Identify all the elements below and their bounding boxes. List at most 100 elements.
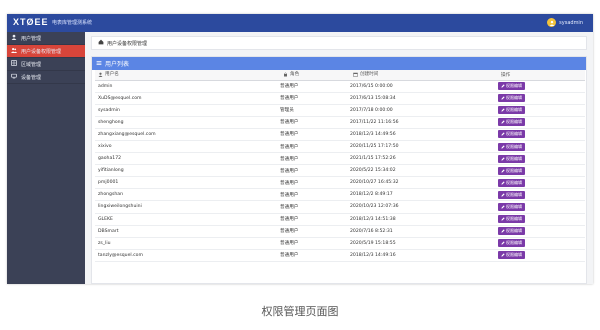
cell-action: 权限编辑 — [498, 249, 585, 262]
device-icon — [11, 73, 17, 81]
cell-created-time: 2017/6/13 15:08:34 — [350, 92, 498, 105]
cell-username: lingxiweilongshuini — [95, 200, 280, 214]
cell-action: 权限编辑 — [498, 140, 585, 154]
edit-permission-button[interactable]: 权限编辑 — [498, 142, 525, 151]
breadcrumb: 用户设备权限管理 — [91, 36, 587, 50]
edit-icon — [501, 169, 505, 173]
cell-role: 普通用户 — [280, 116, 350, 129]
cell-role: 普通用户 — [280, 176, 350, 190]
cell-created-time: 2018/12/3 14:51:38 — [350, 213, 498, 226]
cell-created-time: 2018/12/3 14:49:56 — [350, 128, 498, 141]
edit-icon — [501, 253, 505, 257]
edit-icon — [501, 205, 505, 209]
list-icon — [96, 60, 102, 68]
edit-permission-button[interactable]: 权限编辑 — [498, 178, 525, 187]
table-row: yifitianlong 普通用户 2020/5/22 15:34:02 权限编辑 — [95, 164, 585, 178]
top-bar: XTØEE 电表库管理测系统 sysadmin — [7, 14, 593, 32]
cell-username: GLEKE — [95, 213, 280, 226]
cell-username: shenghong — [95, 116, 280, 129]
table-header-row: 用户名 角色 创建时间 操作 — [95, 70, 585, 81]
cell-created-time: 2021/1/15 17:52:26 — [350, 152, 498, 166]
cell-role: 普通用户 — [280, 152, 350, 166]
cell-role: 普通用户 — [280, 92, 350, 105]
edit-permission-button[interactable]: 权限编辑 — [498, 251, 525, 260]
cell-created-time: 2017/6/15 0:00:00 — [350, 80, 498, 93]
cell-role: 普通用户 — [280, 225, 350, 238]
cell-username: gaoha172 — [95, 152, 280, 166]
avatar-icon — [547, 18, 557, 27]
user-icon — [98, 72, 103, 77]
cell-action: 权限编辑 — [498, 237, 585, 250]
user-menu[interactable]: sysadmin — [547, 18, 583, 27]
cell-role: 管理员 — [280, 104, 350, 117]
cell-created-time: 2017/7/18 0:00:00 — [350, 104, 498, 117]
cell-username: zs_liu — [95, 237, 280, 250]
cell-username: XuDS@esquel.com — [95, 92, 280, 105]
panel-header: 用户列表 — [92, 57, 586, 70]
edit-permission-button[interactable]: 权限编辑 — [498, 190, 525, 199]
cell-action: 权限编辑 — [498, 152, 585, 166]
cell-action: 权限编辑 — [498, 188, 585, 202]
user-table: 用户名 角色 创建时间 操作 admin 普通用户 2017/6/15 0:00:0… — [95, 70, 585, 262]
edit-icon — [501, 241, 505, 245]
cell-action: 权限编辑 — [498, 200, 585, 214]
edit-icon — [501, 132, 505, 137]
column-header-action: 操作 — [498, 70, 585, 81]
table-row: zs_liu 普通用户 2020/5/19 15:18:55 权限编辑 — [95, 237, 585, 250]
cell-username: admin — [95, 80, 280, 93]
panel-title: 用户列表 — [105, 61, 130, 68]
cell-action: 权限编辑 — [498, 164, 585, 178]
table-row: shenghong 普通用户 2017/11/22 11:16:56 权限编辑 — [95, 116, 585, 129]
edit-icon — [501, 157, 505, 161]
cell-username: tanzly@esquel.com — [95, 249, 280, 262]
edit-icon — [501, 193, 505, 197]
edit-icon — [501, 181, 505, 185]
edit-permission-button[interactable]: 权限编辑 — [498, 239, 525, 248]
cell-action: 权限编辑 — [498, 176, 585, 190]
cell-role: 普通用户 — [280, 188, 350, 202]
edit-permission-button[interactable]: 权限编辑 — [498, 118, 525, 127]
edit-icon — [501, 96, 505, 100]
cell-role: 普通用户 — [280, 164, 350, 178]
app-window: XTØEE 电表库管理测系统 sysadmin 用户管理 用户设备权限管理 区域… — [7, 14, 593, 284]
column-header-username: 用户名 — [95, 70, 280, 81]
cell-action: 权限编辑 — [498, 213, 585, 226]
cell-created-time: 2020/10/23 12:07:36 — [350, 200, 498, 214]
edit-permission-button[interactable]: 权限编辑 — [498, 82, 525, 91]
edit-icon — [501, 144, 505, 149]
table-row: gaoha172 普通用户 2021/1/15 17:52:26 权限编辑 — [95, 152, 585, 166]
table-row: pmj0001 普通用户 2020/10/27 16:45:32 权限编辑 — [95, 176, 585, 190]
edit-permission-button[interactable]: 权限编辑 — [498, 94, 525, 103]
sidebar-item-user-management[interactable]: 用户管理 — [7, 32, 85, 45]
table-row: admin 普通用户 2017/6/15 0:00:00 权限编辑 — [95, 80, 585, 93]
edit-permission-button[interactable]: 权限编辑 — [498, 166, 525, 175]
edit-permission-button[interactable]: 权限编辑 — [498, 106, 525, 115]
edit-icon — [501, 108, 505, 112]
cell-role: 普通用户 — [280, 128, 350, 141]
main-content: 用户设备权限管理 用户列表 用户名 角色 创建时间 操作 admin 普通用户 20… — [85, 32, 593, 284]
cell-username: zhangxiang@esquel.com — [95, 128, 280, 141]
edit-permission-button[interactable]: 权限编辑 — [498, 202, 525, 211]
sidebar: 用户管理 用户设备权限管理 区域管理 设备管理 — [7, 32, 85, 284]
sidebar-item-label: 用户设备权限管理 — [21, 48, 62, 55]
cell-action: 权限编辑 — [498, 128, 585, 141]
edit-permission-button[interactable]: 权限编辑 — [498, 130, 525, 139]
cell-role: 普通用户 — [280, 200, 350, 214]
edit-icon — [501, 229, 505, 233]
breadcrumb-text: 用户设备权限管理 — [107, 40, 148, 47]
home-icon — [98, 39, 104, 47]
sidebar-item-region-management[interactable]: 区域管理 — [7, 58, 85, 71]
sidebar-item-label: 用户管理 — [21, 35, 42, 42]
sidebar-item-label: 设备管理 — [21, 74, 42, 81]
edit-permission-button[interactable]: 权限编辑 — [498, 154, 525, 163]
cell-action: 权限编辑 — [498, 116, 585, 129]
edit-icon — [501, 84, 505, 88]
column-header-created-time: 创建时间 — [350, 70, 498, 81]
edit-permission-button[interactable]: 权限编辑 — [498, 227, 525, 236]
edit-permission-button[interactable]: 权限编辑 — [498, 215, 525, 224]
cell-action: 权限编辑 — [498, 225, 585, 238]
cell-username: sysadmin — [95, 104, 280, 117]
sidebar-item-device-permission[interactable]: 用户设备权限管理 — [7, 45, 85, 58]
sidebar-item-device-management[interactable]: 设备管理 — [7, 71, 85, 84]
table-row: sysadmin 管理员 2017/7/18 0:00:00 权限编辑 — [95, 104, 585, 117]
